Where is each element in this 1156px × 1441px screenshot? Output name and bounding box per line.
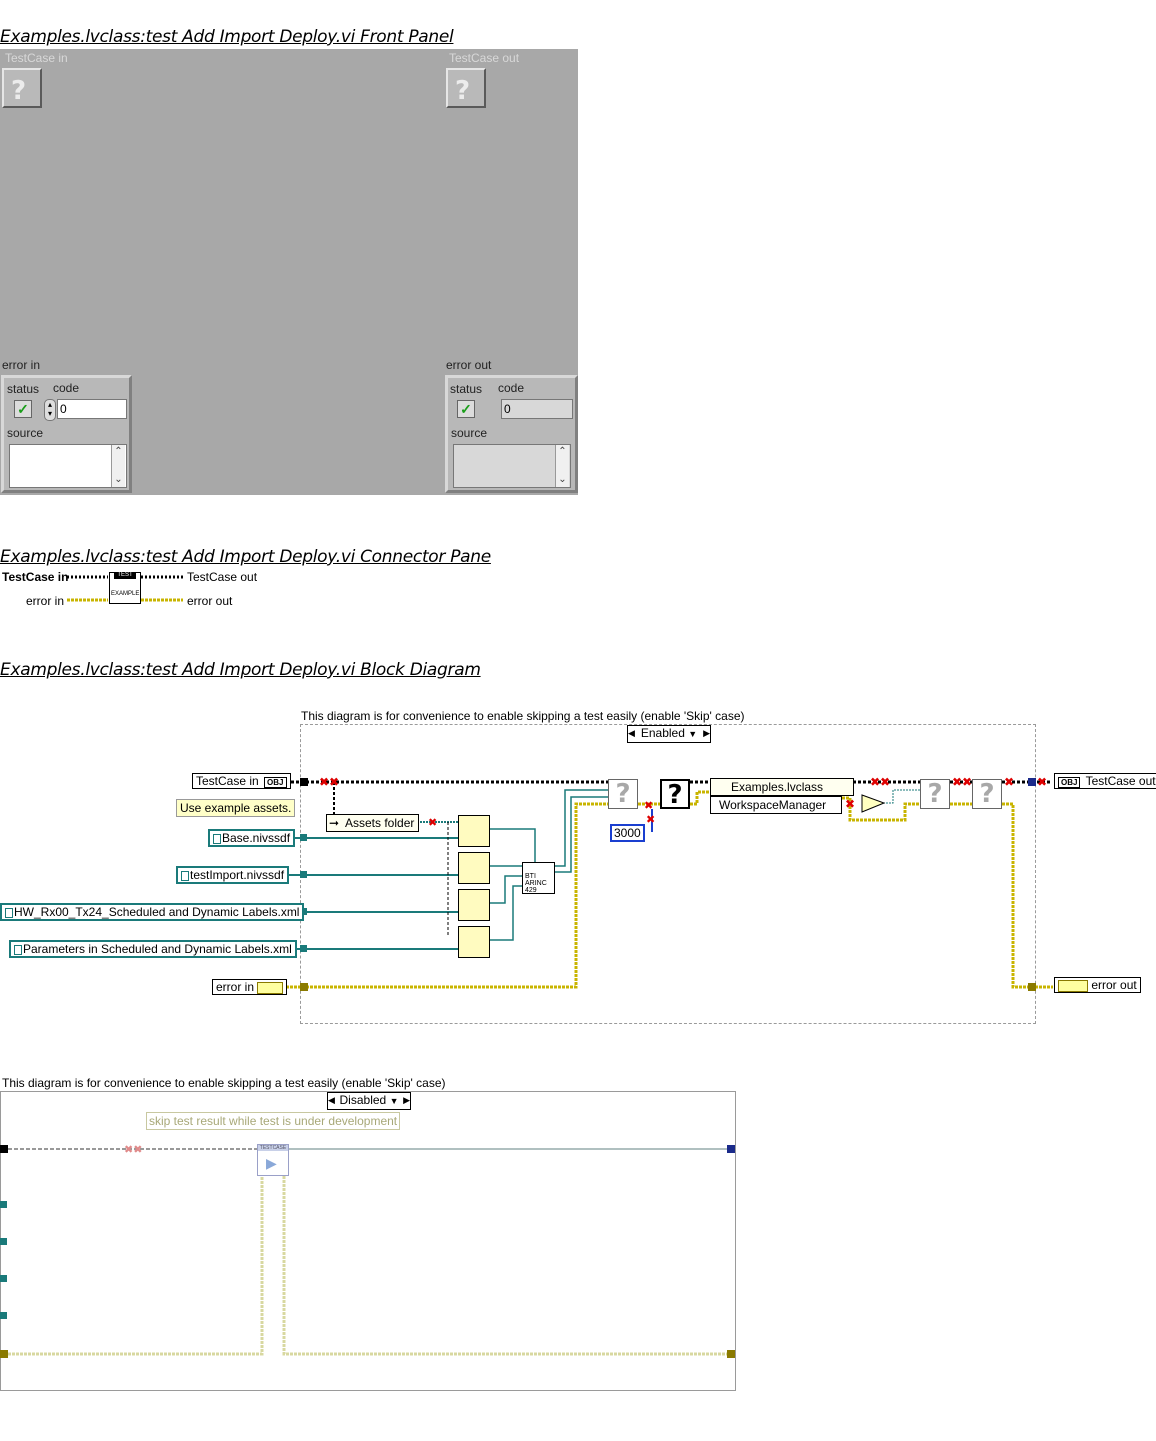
error-out-cluster: status code ✓ 0 source ⌃ ⌄: [445, 375, 578, 493]
front-panel-title: Examples.lvclass:test Add Import Deploy.…: [0, 27, 454, 47]
error-cluster-icon: [1058, 979, 1088, 992]
testcase-out-terminal: OBJ TestCase out: [1054, 773, 1156, 789]
build-path-vi-1[interactable]: [458, 815, 490, 847]
testcase-out-indicator: ?: [446, 68, 486, 108]
diagram-comment: This diagram is for convenience to enabl…: [301, 709, 745, 723]
dropdown-icon[interactable]: ▼: [390, 1096, 399, 1106]
status-label: status: [450, 382, 483, 396]
skip-note: skip test result while test is under dev…: [146, 1112, 401, 1130]
source-label: source: [7, 426, 44, 440]
code-spinner[interactable]: ▴ ▾: [44, 399, 56, 421]
skip-test-vi[interactable]: TESTCASE ▶: [257, 1144, 289, 1176]
scroll-up-icon[interactable]: ⌃: [556, 445, 569, 459]
scroll-up-icon[interactable]: ⌃: [112, 445, 125, 459]
next-case-icon[interactable]: ▶: [403, 1093, 410, 1108]
disabled-case-label: Disabled: [339, 1093, 387, 1107]
vi-icon: TEST EXAMPLE: [109, 572, 141, 604]
case-selector-label: Enabled: [640, 726, 685, 740]
scroll-down-icon[interactable]: ⌄: [112, 473, 125, 487]
testcase-in-control[interactable]: ?: [2, 68, 42, 108]
connector-error-in: error in: [26, 594, 65, 608]
workspace-manager-property[interactable]: WorkspaceManager: [710, 796, 842, 814]
assets-folder-node[interactable]: ➞ Assets folder: [326, 814, 420, 832]
arinc-vi-line-3: 429: [525, 887, 537, 894]
error-out-terminal: error out: [1054, 977, 1141, 993]
source-label: source: [451, 426, 488, 440]
connector-testcase-out: TestCase out: [187, 570, 258, 584]
missing-vi-2[interactable]: ?: [660, 779, 690, 809]
arinc-vi-line-1: BTI: [525, 873, 536, 880]
arrow-icon: ➞: [329, 816, 340, 830]
missing-vi-1[interactable]: ?: [608, 779, 638, 809]
next-case-icon[interactable]: ▶: [703, 726, 710, 741]
connector-testcase-in: TestCase in: [2, 570, 69, 584]
vi-icon-top: TEST: [114, 572, 136, 579]
question-mark-icon: ?: [455, 76, 471, 106]
source-scrollbar[interactable]: ⌃ ⌄: [555, 445, 569, 487]
testcase-in-terminal-label: TestCase in: [196, 774, 259, 788]
status-led: ✓: [457, 400, 475, 418]
path-constant-base[interactable]: Base.nivssdf: [208, 829, 296, 847]
source-field[interactable]: [9, 444, 127, 488]
property-label: WorkspaceManager: [719, 798, 827, 812]
code-label: code: [498, 381, 525, 395]
arinc-vi[interactable]: BTI ARINC 429: [522, 862, 555, 894]
timeout-constant[interactable]: 3000: [610, 824, 645, 842]
class-property-node[interactable]: Examples.lvclass: [710, 778, 854, 796]
obj-icon: OBJ: [264, 777, 287, 788]
connector-error-out: error out: [187, 594, 233, 608]
error-out-label: error out: [446, 358, 492, 372]
path-constant-parameters[interactable]: Parameters in Scheduled and Dynamic Labe…: [9, 940, 297, 958]
error-in-terminal[interactable]: error in: [212, 979, 288, 995]
build-path-vi-2[interactable]: [458, 852, 490, 884]
build-path-vi-3[interactable]: [458, 889, 490, 921]
source-indicator: [453, 444, 571, 488]
prev-case-icon[interactable]: ◀: [328, 1093, 335, 1108]
vi-icon-bottom: EXAMPLE: [111, 591, 140, 597]
dropdown-icon[interactable]: ▼: [688, 729, 697, 739]
arinc-vi-line-2: ARINC: [525, 880, 547, 887]
source-scrollbar[interactable]: ⌃ ⌄: [111, 445, 125, 487]
testcase-out-terminal-label: TestCase out: [1085, 774, 1156, 788]
front-panel: TestCase in ? TestCase out ? error in st…: [0, 49, 578, 495]
obj-icon: OBJ: [1058, 777, 1081, 788]
use-example-assets-note: Use example assets.: [176, 799, 296, 817]
case-selector[interactable]: ◀ Enabled ▼ ▶: [627, 725, 711, 743]
skip-icon: ▶: [266, 1155, 277, 1171]
connector-pane-title: Examples.lvclass:test Add Import Deploy.…: [0, 547, 491, 567]
path-constant-hw-labels[interactable]: HW_Rx00_Tx24_Scheduled and Dynamic Label…: [0, 903, 305, 921]
error-in-label: error in: [2, 358, 41, 372]
error-out-terminal-label: error out: [1091, 978, 1137, 992]
missing-vi-3[interactable]: ?: [920, 779, 950, 809]
block-diagram-title: Examples.lvclass:test Add Import Deploy.…: [0, 660, 481, 680]
code-label: code: [53, 381, 80, 395]
status-label: status: [7, 382, 40, 396]
assets-folder-label: Assets folder: [345, 816, 415, 830]
disabled-case-comment: This diagram is for convenience to enabl…: [2, 1076, 446, 1090]
testcase-out-label: TestCase out: [449, 51, 520, 65]
error-in-cluster: status code ✓ ▴ ▾ 0 source ⌃ ⌄: [1, 375, 132, 493]
missing-vi-4[interactable]: ?: [972, 779, 1002, 809]
disabled-structure: [0, 1091, 736, 1391]
scroll-down-icon[interactable]: ⌄: [556, 473, 569, 487]
svg-text:✖: ✖: [1037, 775, 1047, 789]
code-field[interactable]: 0: [57, 399, 127, 419]
testcase-in-terminal[interactable]: TestCase in OBJ: [192, 773, 291, 789]
disabled-case-selector[interactable]: ◀ Disabled ▼ ▶: [327, 1092, 411, 1110]
prev-case-icon[interactable]: ◀: [628, 726, 635, 741]
testcase-in-label: TestCase in: [5, 51, 68, 65]
build-path-vi-4[interactable]: [458, 926, 490, 958]
error-cluster-icon: [257, 981, 284, 994]
status-checkbox[interactable]: ✓: [14, 400, 32, 418]
skip-test-vi-banner: TESTCASE: [258, 1145, 288, 1151]
question-mark-icon: ?: [11, 76, 27, 106]
path-constant-testimport[interactable]: testImport.nivssdf: [176, 866, 290, 884]
class-node-label: Examples.lvclass: [731, 780, 824, 794]
disable-structure: [300, 724, 1036, 1024]
code-indicator: 0: [501, 399, 573, 419]
error-in-terminal-label: error in: [216, 980, 255, 994]
